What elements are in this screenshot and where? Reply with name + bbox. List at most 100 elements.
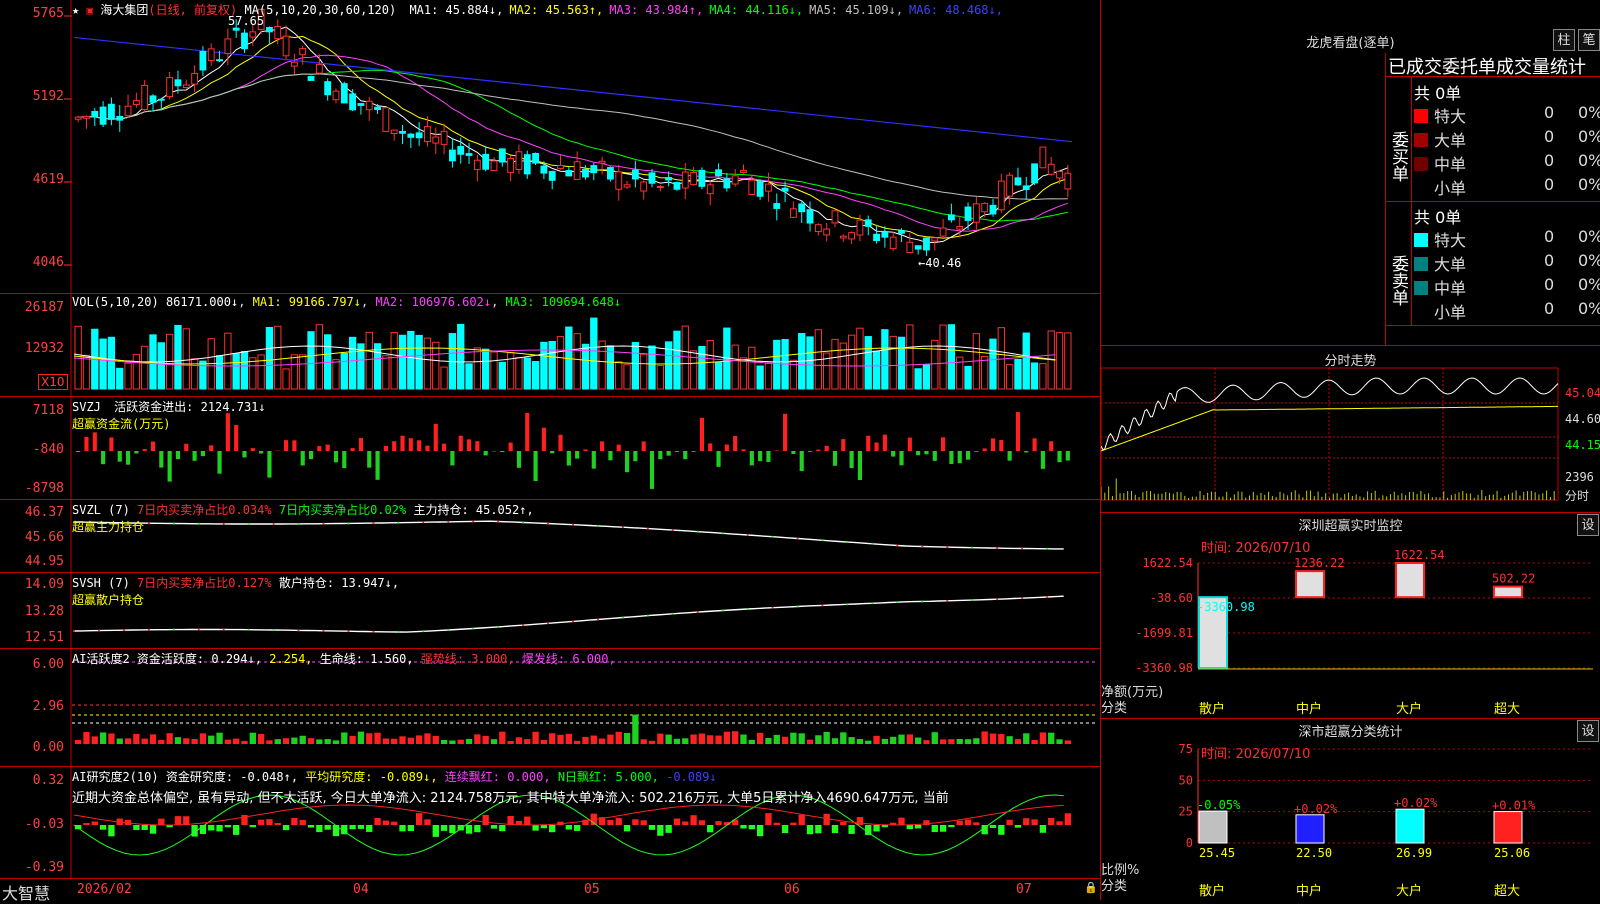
volume-panel[interactable]: VOL(5,10,20) 86171.000↓, MA1: 99166.797↓… [0,294,1100,397]
activity-bar [557,734,564,744]
ss-tick: 50 [1179,773,1193,787]
kline-chart[interactable] [0,0,1100,294]
research-bar [482,814,489,825]
ai-research-panel[interactable]: AI研究度2(10) 资金研究度: -0.048↑, 平均研究度: -0.089… [0,767,1100,879]
holding-dot [572,523,574,526]
vol-value: 86171.000↓ [165,295,239,309]
svzl-sub: 超赢主力持仓 [72,520,145,534]
svzj-panel[interactable]: SVZJ 活跃资金进出: 2124.731↓ 超赢资金流(万元) 7118 -8… [0,397,1100,500]
dragon-tab-header[interactable]: 已成交委托单成交量统计 [1385,53,1600,77]
activity-bar [249,732,256,744]
intraday-tick: 45.04 [1565,386,1600,400]
period-mode[interactable]: (日线, 前复权) [148,3,237,17]
candle-body [498,148,506,163]
volume-bar [82,354,91,390]
holding-dot [946,599,949,602]
ss-value-label: 26.99 [1396,846,1432,860]
activity-bar [174,737,182,744]
candle-body [798,203,806,213]
holding-dot [497,625,500,628]
research-bar [906,825,913,830]
candle-body [424,126,431,143]
svzl-panel[interactable]: SVZL (7) 7日内买卖净占比0.034% 7日内买卖净占比0.02% 主力… [0,500,1100,573]
candle-body [972,203,980,223]
ss-tick: 25 [1179,805,1193,819]
holding-dot [796,537,799,540]
ss-tick: 75 [1179,742,1193,756]
stock-name[interactable]: 海大集团 [100,3,148,17]
activity-bar [590,735,597,744]
activity-bar [948,739,955,744]
activity-bar [740,734,747,744]
candle-body [956,226,964,230]
research-bar [873,825,880,832]
candle-body [931,237,939,242]
activity-bar [432,735,439,744]
svzl-tick: 44.95 [24,554,64,569]
activity-bar [806,739,814,744]
tick-mode-button[interactable]: 笔 [1578,29,1600,51]
research-bar [632,819,639,825]
ai1-t3: 生命线: 1.560, [319,652,414,666]
research-bar [773,822,780,825]
svzl-p2: 7日内买卖净占比0.02% [278,503,407,517]
ss-category: 大户 [1396,883,1422,899]
research-bar [249,825,256,828]
research-bar [432,825,439,837]
ss-bar [1395,808,1425,844]
order-type: 特大 [1434,107,1467,126]
order-count: 0 [1544,103,1555,122]
holding-dot [1021,597,1024,600]
svsh-panel[interactable]: SVSH (7) 7日内买卖净占比0.127% 散户持仓: 13.947↓, 超… [0,573,1100,649]
research-bar [291,817,298,825]
research-bar [407,825,414,831]
volume-bar [889,335,897,390]
volume-bar [590,317,598,390]
activity-bar [698,733,706,744]
ss-change-label: +0.01% [1492,799,1536,813]
holding-dot [447,628,450,631]
ai2-label: AI研究度2(10) [72,770,159,784]
candle-body [523,154,531,175]
volume-bar [1039,363,1047,390]
color-swatch [1414,257,1428,271]
ma-value-1: MA1: 45.884↓, [409,3,504,17]
volume-bar [573,333,581,390]
svzj-label: SVZJ [72,400,101,414]
holding-dot [547,522,550,525]
candle-body [390,129,398,135]
intraday-panel[interactable]: 分时走势 45.04 44.60 44.15 2396 分时 [1100,345,1600,512]
activity-bar [707,735,714,744]
volume-bar [498,361,506,390]
ai-activity-panel[interactable]: AI活跃度2 资金活跃度: 0.294↓, 2.254, 生命线: 1.560,… [0,649,1100,767]
volume-bar [99,338,107,390]
candle-body [1056,170,1063,179]
flag-icon[interactable]: ▣ [86,4,93,17]
candle-body [740,169,747,174]
research-bar [499,825,506,832]
volume-chart[interactable] [0,294,1100,397]
favorite-icon[interactable]: ★ [72,3,79,17]
research-bar [307,825,315,828]
holding-dot [671,612,674,615]
intraday-chart[interactable] [1101,346,1600,513]
ss-bar [1295,814,1325,844]
kline-panel[interactable]: ★ ▣ 海大集团(日线, 前复权) MA(5,10,20,30,60,120) … [0,0,1100,294]
activity-bar [856,739,864,744]
activity-bar [424,733,431,744]
ai1-t1: 资金活跃度: 0.294↓, [136,652,262,666]
activity-bar [998,734,1005,744]
lock-icon[interactable]: 🔒 [1084,881,1098,894]
order-count: 0 [1544,151,1555,170]
holding-dot [322,629,325,632]
volume-bar [872,350,881,390]
order-pct: 0% [1578,151,1600,170]
ai1-t4: 强势线: 3.000, [420,652,515,666]
bar-mode-button[interactable]: 柱 [1553,29,1575,51]
ma-value-6: MA6: 48.468↓, [909,3,1003,17]
volume-bar [215,355,224,390]
volume-bar [373,343,382,390]
volume-bar [398,334,407,390]
activity-bar [299,735,306,744]
activity-bar [790,732,797,744]
